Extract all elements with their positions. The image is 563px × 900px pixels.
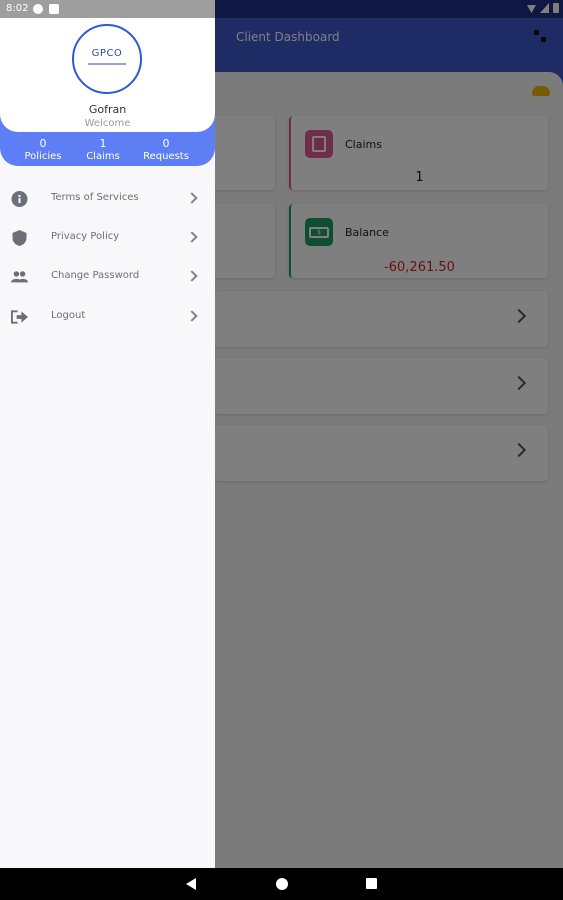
shield-icon <box>12 230 27 246</box>
drawer-status-bar: 8:02 <box>0 0 215 18</box>
logout-icon <box>11 310 28 324</box>
users-icon <box>11 271 28 283</box>
stat-policies[interactable]: 0 Policies <box>13 137 73 164</box>
menu-item-terms[interactable]: Terms of Services <box>0 180 215 218</box>
info-icon <box>11 191 28 207</box>
chevron-right-icon <box>186 231 198 243</box>
menu-item-logout[interactable]: Logout <box>0 298 215 336</box>
recents-icon[interactable] <box>366 878 377 889</box>
chevron-right-icon <box>186 310 198 322</box>
sd-card-icon <box>49 4 59 14</box>
system-nav-bar <box>0 868 563 900</box>
status-time: 8:02 <box>6 3 29 14</box>
menu-label: Privacy Policy <box>51 231 120 242</box>
stat-requests[interactable]: 0 Requests <box>136 137 196 164</box>
menu-label: Logout <box>51 310 86 321</box>
logo-text: GPCO <box>91 48 123 59</box>
menu-item-change-password[interactable]: Change Password <box>0 258 215 296</box>
menu-item-privacy[interactable]: Privacy Policy <box>0 219 215 257</box>
menu-label: Terms of Services <box>51 192 139 203</box>
profile-section: GPCO Gofran Welcome <box>0 18 215 132</box>
menu-label: Change Password <box>51 270 140 281</box>
back-icon[interactable] <box>186 878 196 890</box>
notification-icon <box>33 4 43 14</box>
welcome-text: Welcome <box>84 118 131 129</box>
navigation-drawer: GPCO Gofran Welcome 8:02 0 Policies 1 Cl… <box>0 0 215 868</box>
home-icon[interactable] <box>276 878 288 890</box>
company-logo: GPCO <box>72 24 142 94</box>
user-name: Gofran <box>88 103 127 116</box>
chevron-right-icon <box>186 270 198 282</box>
chevron-right-icon <box>186 192 198 204</box>
stat-claims[interactable]: 1 Claims <box>73 137 133 164</box>
